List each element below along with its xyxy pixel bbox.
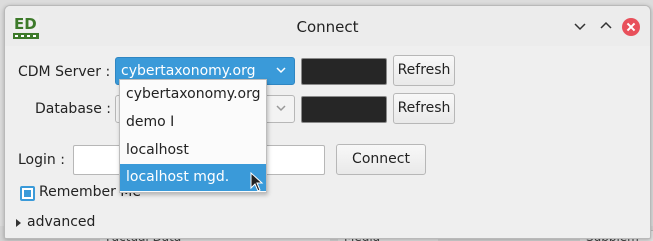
connect-dialog: ED Connect CDM Server : cybertaxonomy.or… <box>4 5 651 239</box>
cdm-server-label: CDM Server : <box>18 64 111 80</box>
chevron-down-icon <box>274 101 288 115</box>
database-label: Database : <box>35 101 111 117</box>
cdm-server-dropdown: cybertaxonomy.org demo I localhost local… <box>119 79 267 193</box>
login-label: Login : <box>18 152 65 168</box>
window-title: Connect <box>296 18 359 36</box>
cdm-server-value: cybertaxonomy.org <box>121 63 256 79</box>
mouse-pointer-icon <box>250 171 264 192</box>
dropdown-item-localhost[interactable]: localhost <box>120 137 266 164</box>
minimize-chevron-down-icon[interactable] <box>571 17 589 35</box>
refresh-database-button[interactable]: Refresh <box>393 93 455 124</box>
dropdown-item-localhost-mgd[interactable]: localhost mgd. <box>120 164 266 191</box>
remember-me-checkbox[interactable] <box>20 186 35 201</box>
database-status-field <box>301 96 387 123</box>
dropdown-item-cybertaxonomy[interactable]: cybertaxonomy.org <box>120 81 266 108</box>
advanced-toggle[interactable]: advanced <box>27 214 95 230</box>
title-bar: ED Connect <box>5 6 650 46</box>
server-status-field <box>301 58 387 85</box>
maximize-chevron-up-icon[interactable] <box>597 17 615 35</box>
refresh-server-button[interactable]: Refresh <box>393 55 455 86</box>
connect-button[interactable]: Connect <box>336 144 426 175</box>
dropdown-item-demo[interactable]: demo I <box>120 109 266 136</box>
expand-triangle-icon[interactable] <box>16 219 21 227</box>
chevron-down-icon <box>274 63 288 77</box>
close-icon[interactable] <box>622 18 640 36</box>
